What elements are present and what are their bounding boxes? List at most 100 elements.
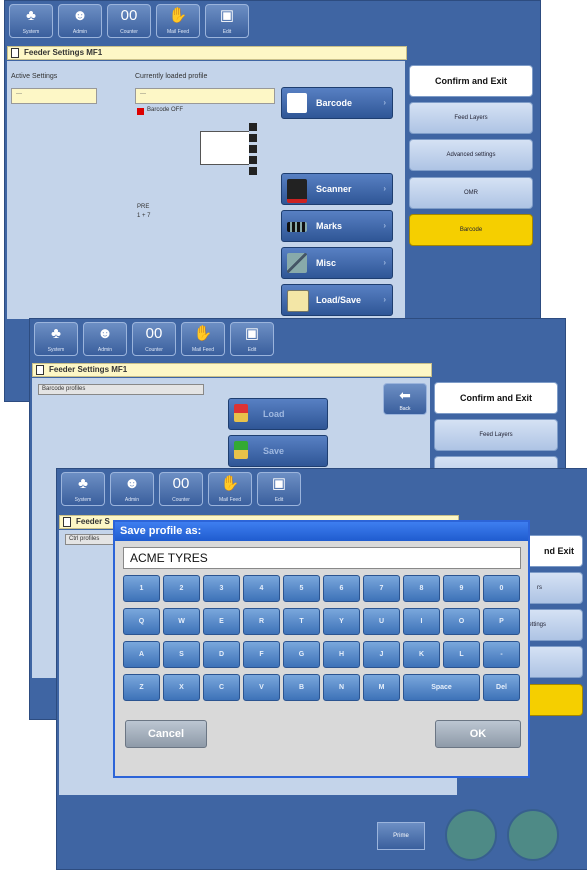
key-w[interactable]: W xyxy=(163,608,200,635)
key-k[interactable]: K xyxy=(403,641,440,668)
key-a[interactable]: A xyxy=(123,641,160,668)
key-7[interactable]: 7 xyxy=(363,575,400,602)
admin-icon: ☻ xyxy=(72,7,88,24)
key-d[interactable]: D xyxy=(203,641,240,668)
system-icon: ♣ xyxy=(78,475,88,492)
barcode-button[interactable]: Barcode › xyxy=(281,87,393,119)
key-dash[interactable]: - xyxy=(483,641,520,668)
key-e[interactable]: E xyxy=(203,608,240,635)
cancel-button[interactable]: Cancel xyxy=(125,720,207,748)
confirm-exit-button[interactable]: Confirm and Exit xyxy=(409,65,533,97)
key-r[interactable]: R xyxy=(243,608,280,635)
key-m[interactable]: M xyxy=(363,674,400,701)
system-icon: ♣ xyxy=(51,325,61,342)
disk-icon: ▣ xyxy=(271,475,287,492)
load-save-button[interactable]: Load/Save › xyxy=(281,284,393,316)
key-1[interactable]: 1 xyxy=(123,575,160,602)
key-p[interactable]: P xyxy=(483,608,520,635)
barcode-tab-button[interactable]: Barcode xyxy=(409,214,533,246)
load-save-icon xyxy=(287,290,309,312)
key-x[interactable]: X xyxy=(163,674,200,701)
key-u[interactable]: U xyxy=(363,608,400,635)
key-2[interactable]: 2 xyxy=(163,575,200,602)
barcode-off-indicator xyxy=(137,108,144,115)
stop-round-button[interactable] xyxy=(507,809,559,861)
toolbar-counter-button[interactable]: 00 Counter xyxy=(159,472,203,506)
toolbar-system-button[interactable]: ♣ System xyxy=(61,472,105,506)
toolbar-system-button[interactable]: ♣ System xyxy=(34,322,78,356)
key-l[interactable]: L xyxy=(443,641,480,668)
key-q[interactable]: Q xyxy=(123,608,160,635)
toolbar-system-button[interactable]: ♣ System xyxy=(9,4,53,38)
barcode-status: Barcode OFF xyxy=(147,107,184,113)
toolbar-admin-button[interactable]: ☻ Admin xyxy=(58,4,102,38)
ok-button[interactable]: OK xyxy=(435,720,521,748)
prime-button[interactable]: Prime xyxy=(377,822,425,850)
key-space[interactable]: Space xyxy=(403,674,480,701)
key-z[interactable]: Z xyxy=(123,674,160,701)
confirm-exit-button[interactable]: Confirm and Exit xyxy=(434,382,558,414)
info-line-2: 1 + 7 xyxy=(137,213,151,219)
key-f[interactable]: F xyxy=(243,641,280,668)
load-icon xyxy=(234,404,248,422)
key-t[interactable]: T xyxy=(283,608,320,635)
key-g[interactable]: G xyxy=(283,641,320,668)
key-3[interactable]: 3 xyxy=(203,575,240,602)
key-9[interactable]: 9 xyxy=(443,575,480,602)
key-s[interactable]: S xyxy=(163,641,200,668)
toolbar-feed-button[interactable]: ✋ Mail Feed xyxy=(156,4,200,38)
key-o[interactable]: O xyxy=(443,608,480,635)
toolbar-edit-button[interactable]: ▣ Edit xyxy=(205,4,249,38)
key-8[interactable]: 8 xyxy=(403,575,440,602)
key-h[interactable]: H xyxy=(323,641,360,668)
key-v[interactable]: V xyxy=(243,674,280,701)
misc-button[interactable]: Misc › xyxy=(281,247,393,279)
back-button[interactable]: ⬅ Back xyxy=(383,383,427,415)
toolbar-admin-button[interactable]: ☻ Admin xyxy=(83,322,127,356)
start-round-button[interactable] xyxy=(445,809,497,861)
omr-button[interactable]: OMR xyxy=(409,177,533,209)
counter-icon: 00 xyxy=(172,475,190,492)
key-b[interactable]: B xyxy=(283,674,320,701)
feeder-diagram xyxy=(200,131,250,165)
feed-layers-button[interactable]: Feed Layers xyxy=(434,419,558,451)
disk-icon: ▣ xyxy=(219,7,235,24)
marks-button[interactable]: Marks › xyxy=(281,210,393,242)
scanner-button[interactable]: Scanner › xyxy=(281,173,393,205)
key-i[interactable]: I xyxy=(403,608,440,635)
toolbar-edit-button[interactable]: ▣ Edit xyxy=(257,472,301,506)
window-title: Feeder Settings MF1 xyxy=(7,46,407,60)
advanced-settings-button[interactable]: Advanced settings xyxy=(409,139,533,171)
key-n[interactable]: N xyxy=(323,674,360,701)
key-5[interactable]: 5 xyxy=(283,575,320,602)
toolbar-counter-button[interactable]: 00 Counter xyxy=(107,4,151,38)
toolbar-edit-button[interactable]: ▣ Edit xyxy=(230,322,274,356)
load-profile-button[interactable]: Load xyxy=(228,398,328,430)
top-toolbar: ♣ System ☻ Admin 00 Counter ✋ Mail Feed ▣ Edi… xyxy=(5,1,540,41)
top-toolbar: ♣ System ☻ Admin 00 Counter ✋ Mail Feed ▣ Edi… xyxy=(57,469,587,509)
toolbar-counter-button[interactable]: 00 Counter xyxy=(132,322,176,356)
key-c[interactable]: C xyxy=(203,674,240,701)
counter-icon: 00 xyxy=(145,325,163,342)
key-j[interactable]: J xyxy=(363,641,400,668)
toolbar-feed-button[interactable]: ✋ Mail Feed xyxy=(181,322,225,356)
feed-icon: ✋ xyxy=(168,7,188,24)
feed-icon: ✋ xyxy=(220,475,240,492)
feed-layers-button[interactable]: Feed Layers xyxy=(409,102,533,134)
document-icon xyxy=(63,517,71,527)
key-delete[interactable]: Del xyxy=(483,674,520,701)
key-4[interactable]: 4 xyxy=(243,575,280,602)
key-0[interactable]: 0 xyxy=(483,575,520,602)
toolbar-feed-button[interactable]: ✋ Mail Feed xyxy=(208,472,252,506)
active-settings-field[interactable]: --- xyxy=(11,88,97,104)
active-settings-label: Active Settings xyxy=(11,73,58,80)
save-profile-button[interactable]: Save xyxy=(228,435,328,467)
toolbar-admin-button[interactable]: ☻ Admin xyxy=(110,472,154,506)
key-6[interactable]: 6 xyxy=(323,575,360,602)
key-y[interactable]: Y xyxy=(323,608,360,635)
profile-name-input[interactable]: ACME TYRES xyxy=(123,547,521,569)
document-icon xyxy=(11,48,19,58)
loaded-profile-field[interactable]: --- xyxy=(135,88,275,104)
barcode-profiles-list-header: Barcode profiles xyxy=(38,384,204,395)
disk-icon: ▣ xyxy=(244,325,260,342)
